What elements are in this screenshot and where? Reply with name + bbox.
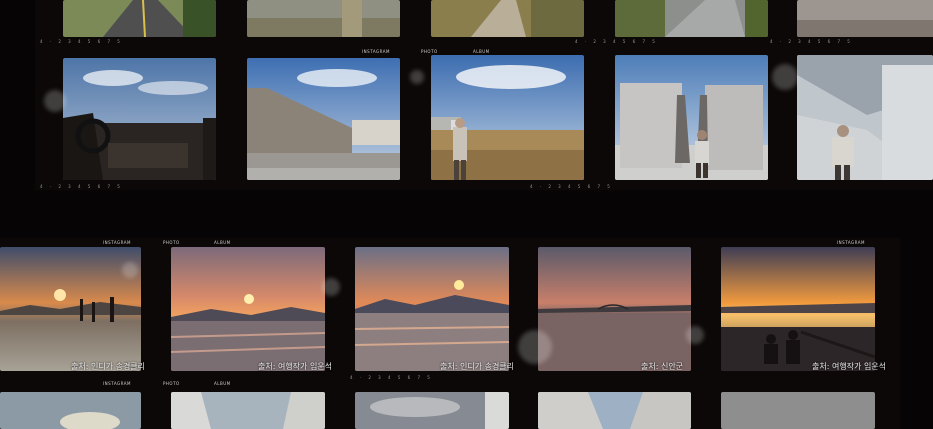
photo-tunnel-gallery xyxy=(797,55,933,180)
photo-walkway-grass xyxy=(615,0,768,37)
sprocket-markings: 4 · 2 3 4 5 6 7 5 xyxy=(40,39,123,44)
sprocket-markings: 4 · 2 3 4 5 6 7 5 xyxy=(40,184,123,189)
photo-boardwalk xyxy=(431,0,584,37)
photo-grassy-path xyxy=(247,0,400,37)
edge-label-photo: PHOTO xyxy=(163,381,180,386)
edge-label-instagram: INSTAGRAM xyxy=(103,240,131,245)
edge-label-album: ALBUM xyxy=(473,49,490,54)
bokeh-light-spot xyxy=(322,278,340,296)
photo-sunset-salt-farm-1 xyxy=(171,247,325,371)
photo-credit-caption: 출처: 인디가 송경클리 xyxy=(440,362,515,371)
edge-label-photo: PHOTO xyxy=(421,49,438,54)
bokeh-light-spot xyxy=(44,90,66,112)
edge-label-album: ALBUM xyxy=(214,240,231,245)
photo-monument xyxy=(615,55,768,180)
photo-credit-caption: 출처: 여행작가 임운석 xyxy=(258,362,333,371)
photo-sunset-couple xyxy=(721,247,875,371)
bokeh-light-spot xyxy=(122,262,138,278)
photo-man-field xyxy=(431,55,584,180)
edge-label-instagram: INSTAGRAM xyxy=(837,240,865,245)
photo-road-countryside xyxy=(63,0,216,37)
photo-concrete-corridor-1 xyxy=(171,392,325,429)
edge-label-album: ALBUM xyxy=(214,381,231,386)
sprocket-markings: 4 · 2 3 4 5 6 7 5 xyxy=(575,39,658,44)
photo-gray-field xyxy=(797,0,933,37)
bokeh-light-spot xyxy=(686,326,704,344)
photo-credit-caption: 출처: 여행작가 임운석 xyxy=(812,362,887,371)
photo-sunset-sea-bridge xyxy=(538,247,691,371)
photo-bright-sky xyxy=(0,392,141,429)
sprocket-markings: 4 · 2 3 4 5 6 7 5 xyxy=(530,184,613,189)
bokeh-light-spot xyxy=(518,330,552,364)
sprocket-markings: 4 · 2 3 4 5 6 7 5 xyxy=(770,39,853,44)
edge-label-photo: PHOTO xyxy=(163,240,180,245)
photo-sunset-salt-farm-2 xyxy=(355,247,509,371)
bokeh-light-spot xyxy=(772,64,798,90)
bokeh-light-spot xyxy=(410,70,424,84)
photo-sunset-salt-flat-people xyxy=(0,247,141,371)
sprocket-markings: 4 · 2 3 4 5 6 7 5 xyxy=(350,375,433,380)
photo-credit-caption: 출처: 인디가 송경클리 xyxy=(71,362,146,371)
photo-gray-sky xyxy=(721,392,875,429)
photo-credit-caption: 출처: 신안군 xyxy=(641,362,684,371)
photo-stone-wall xyxy=(247,58,400,180)
photo-driving-car xyxy=(63,58,216,180)
edge-label-instagram: INSTAGRAM xyxy=(103,381,131,386)
edge-label-instagram: INSTAGRAM xyxy=(362,49,390,54)
photo-cloudy-sky xyxy=(355,392,509,429)
photo-concrete-corridor-2 xyxy=(538,392,691,429)
film-contact-sheet: 4 · 2 3 4 5 6 7 5 4 · 2 3 4 5 6 7 5 4 · … xyxy=(0,0,933,429)
